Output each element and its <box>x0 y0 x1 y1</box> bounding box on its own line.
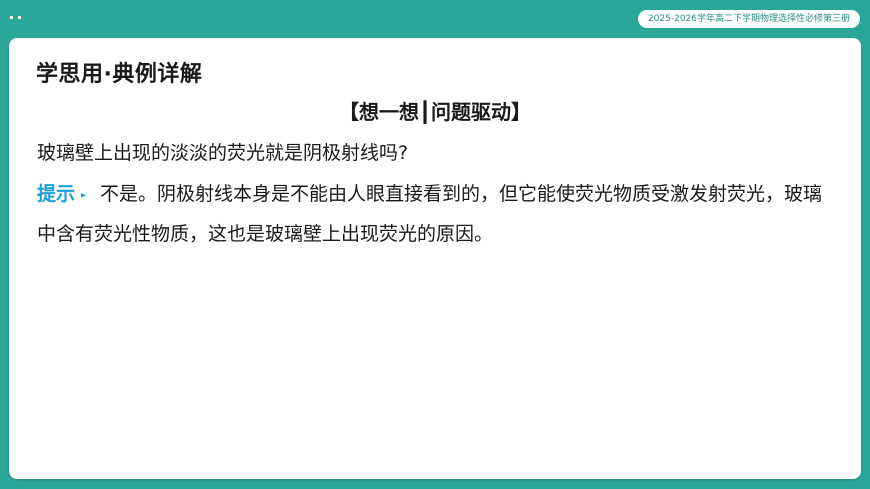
slide-background: { "header": { "course_label": "2025-2026… <box>0 0 870 489</box>
answer-text: 不是。阴极射线本身是不能由人眼直接看到的，但它能使荧光物质受激发射荧光，玻璃中含… <box>37 183 823 245</box>
decorative-dot <box>18 16 21 19</box>
section-title: 学思用·典例详解 <box>36 62 203 87</box>
content-card: 学思用·典例详解 【想一想┃问题驱动】 玻璃壁上出现的淡淡的荧光就是阴极射线吗?… <box>9 38 861 479</box>
sub-heading: 【想一想┃问题驱动】 <box>338 100 532 124</box>
hint-arrow-icon: ▸ <box>81 190 87 201</box>
decorative-dot <box>10 16 13 19</box>
course-label-badge: 2025-2026学年高二下学期物理选择性必修第三册 <box>637 10 860 28</box>
hint-label: 提示 <box>37 183 76 205</box>
answer-paragraph: 提示 ▸ 不是。阴极射线本身是不能由人眼直接看到的，但它能使荧光物质受激发射荧光，玻… <box>37 175 837 253</box>
question-text: 玻璃壁上出现的淡淡的荧光就是阴极射线吗? <box>37 142 409 164</box>
